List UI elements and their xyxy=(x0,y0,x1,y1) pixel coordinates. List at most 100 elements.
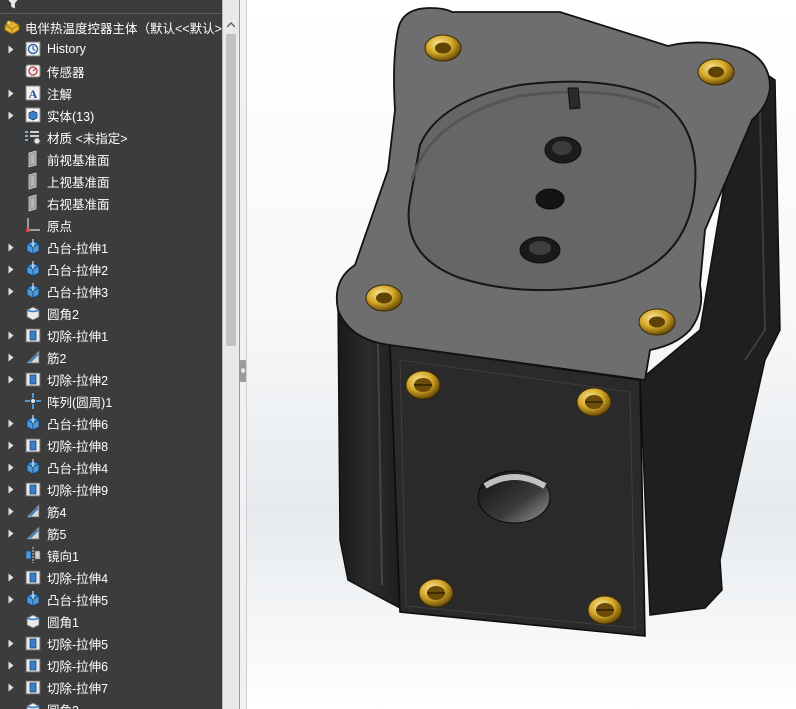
tree-item[interactable]: 凸台-拉伸5 xyxy=(0,588,222,610)
tree-item[interactable]: 圆角2 xyxy=(0,302,222,324)
tree-item[interactable]: 切除-拉伸5 xyxy=(0,632,222,654)
origin-icon xyxy=(24,216,42,234)
tree-item-label: 切除-拉伸4 xyxy=(47,571,109,586)
tree-item[interactable]: 切除-拉伸4 xyxy=(0,566,222,588)
material-icon xyxy=(24,128,42,146)
tree-item[interactable]: History xyxy=(0,38,222,60)
boss-extrude-icon xyxy=(24,590,42,608)
tree-item[interactable]: 圆角1 xyxy=(0,610,222,632)
expand-arrow-icon[interactable] xyxy=(6,462,16,472)
cut-extrude-icon xyxy=(24,568,42,586)
tree-item-label: 上视基准面 xyxy=(47,175,110,190)
expand-arrow-icon[interactable] xyxy=(6,572,16,582)
tree-item[interactable]: 凸台-拉伸6 xyxy=(0,412,222,434)
tree-item[interactable]: 筋4 xyxy=(0,500,222,522)
plane-icon xyxy=(24,150,42,168)
rib-icon xyxy=(24,524,42,542)
tree-item-label: 传感器 xyxy=(47,65,85,80)
boss-extrude-icon xyxy=(24,458,42,476)
sensor-icon xyxy=(24,62,42,80)
expand-arrow-icon[interactable] xyxy=(6,264,16,274)
screw-top-right xyxy=(697,58,735,86)
tree-item[interactable]: 上视基准面 xyxy=(0,170,222,192)
tree-item[interactable]: A 注解 xyxy=(0,82,222,104)
expand-arrow-icon[interactable] xyxy=(6,374,16,384)
tree-item-label: 圆角2 xyxy=(47,307,79,322)
tree-item[interactable]: 凸台-拉伸4 xyxy=(0,456,222,478)
tree-filter-bar[interactable] xyxy=(0,0,222,14)
tree-item-label: 前视基准面 xyxy=(47,153,110,168)
tree-item-label: 圆角3 xyxy=(47,700,79,709)
tree-item[interactable]: 切除-拉伸1 xyxy=(0,324,222,346)
tree-item[interactable]: 阵列(圆周)1 xyxy=(0,390,222,412)
expand-arrow-icon[interactable] xyxy=(6,110,16,120)
tree-root-part[interactable]: 电伴热温度控器主体（默认<<默认>_ xyxy=(0,16,222,38)
expand-arrow-icon[interactable] xyxy=(6,330,16,340)
expand-arrow-icon[interactable] xyxy=(6,242,16,252)
tree-item-label: 凸台-拉伸6 xyxy=(47,417,109,432)
tree-item-label: History xyxy=(47,42,86,56)
expand-arrow-icon[interactable] xyxy=(6,528,16,538)
boss-extrude-icon xyxy=(24,414,42,432)
tree-item[interactable]: 凸台-拉伸2 xyxy=(0,258,222,280)
tree-item[interactable]: 切除-拉伸7 xyxy=(0,676,222,698)
expand-arrow-icon[interactable] xyxy=(6,286,16,296)
fillet-icon xyxy=(24,612,42,630)
tree-item[interactable]: 右视基准面 xyxy=(0,192,222,214)
tree-item[interactable]: 筋5 xyxy=(0,522,222,544)
screw-front-upper-left xyxy=(405,370,441,400)
tree-item-label: 圆角1 xyxy=(47,615,79,630)
expand-arrow-icon[interactable] xyxy=(6,506,16,516)
screw-front-lower-right xyxy=(587,595,623,625)
scroll-thumb[interactable] xyxy=(226,34,236,346)
expand-arrow-icon[interactable] xyxy=(6,660,16,670)
fillet-icon xyxy=(24,304,42,322)
tree-item[interactable]: 传感器 xyxy=(0,60,222,82)
tree-item-label: 切除-拉伸6 xyxy=(47,659,109,674)
graphics-viewport[interactable] xyxy=(247,0,796,709)
tree-item-label: 材质 <未指定> xyxy=(47,131,128,146)
rib-icon xyxy=(24,502,42,520)
cut-extrude-icon xyxy=(24,656,42,674)
tree-item[interactable]: 凸台-拉伸3 xyxy=(0,280,222,302)
cut-extrude-icon xyxy=(24,678,42,696)
tree-item-label: 筋4 xyxy=(47,505,67,520)
expand-arrow-icon[interactable] xyxy=(6,682,16,692)
expand-arrow-icon[interactable] xyxy=(6,484,16,494)
tree-item[interactable]: 切除-拉伸6 xyxy=(0,654,222,676)
scroll-up-arrow-icon[interactable] xyxy=(223,18,239,32)
tree-item[interactable]: 凸台-拉伸1 xyxy=(0,236,222,258)
tree-item[interactable]: 原点 xyxy=(0,214,222,236)
cut-extrude-icon xyxy=(24,326,42,344)
part-model xyxy=(335,7,781,637)
expand-arrow-icon[interactable] xyxy=(6,88,16,98)
tree-item[interactable]: 材质 <未指定> xyxy=(0,126,222,148)
recess-key-slot xyxy=(567,87,581,110)
tree-item[interactable]: 切除-拉伸8 xyxy=(0,434,222,456)
expand-arrow-icon[interactable] xyxy=(6,418,16,428)
expand-arrow-icon[interactable] xyxy=(6,594,16,604)
expand-arrow-icon[interactable] xyxy=(6,638,16,648)
plane-icon xyxy=(24,172,42,190)
expand-arrow-icon[interactable] xyxy=(6,44,16,54)
expand-arrow-icon[interactable] xyxy=(6,440,16,450)
expand-arrow-icon[interactable] xyxy=(6,352,16,362)
tree-item[interactable]: 实体(13) xyxy=(0,104,222,126)
tree-item[interactable]: 切除-拉伸2 xyxy=(0,368,222,390)
filter-icon[interactable] xyxy=(6,0,20,10)
tree-item[interactable]: 筋2 xyxy=(0,346,222,368)
tree-item[interactable]: 圆角3 xyxy=(0,698,222,709)
tree-item-label: 凸台-拉伸2 xyxy=(47,263,109,278)
collapse-panel-handle-icon[interactable] xyxy=(240,360,246,382)
tree-item[interactable]: 镜向1 xyxy=(0,544,222,566)
tree-item[interactable]: 前视基准面 xyxy=(0,148,222,170)
panel-splitter[interactable] xyxy=(239,0,247,709)
tree-scrollbar[interactable] xyxy=(222,0,239,709)
part-icon xyxy=(4,20,20,35)
tree-item[interactable]: 切除-拉伸9 xyxy=(0,478,222,500)
